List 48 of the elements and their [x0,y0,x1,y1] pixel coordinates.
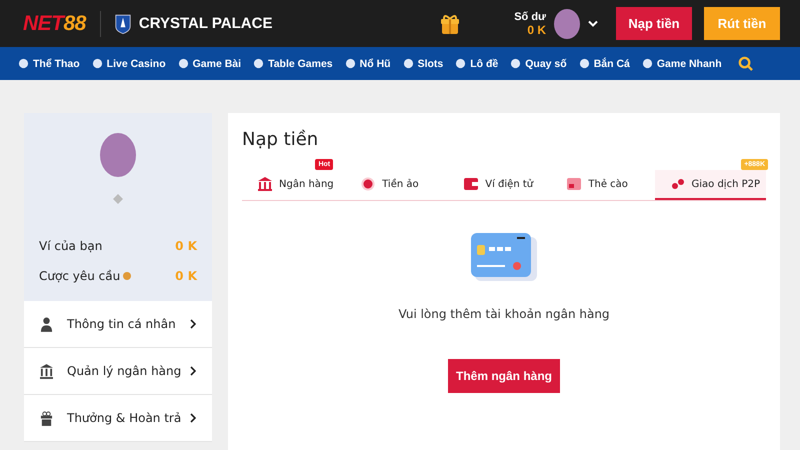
nav-link[interactable]: Live Casino [92,58,166,70]
nav-link[interactable]: Lô đề [455,58,498,70]
add-bank-button[interactable]: Thêm ngân hàng [448,359,560,393]
balance-amount: 0 K [527,22,546,36]
wallet-icon [464,177,478,191]
wallet-label: Ví của bạn [39,239,102,253]
nav-link[interactable]: Game Bài [178,58,242,70]
diamond-icon [112,193,124,205]
payment-tab[interactable]: Thẻ cào [551,170,654,200]
coin-icon [361,177,376,191]
nav-link[interactable]: Game Nhanh [642,58,722,70]
payment-tab[interactable]: Ví điện tử [448,170,552,200]
payment-tab[interactable]: Tiền ảo [345,170,448,200]
nav-link[interactable]: Quay số [510,58,567,70]
nav-link[interactable]: Table Games [253,58,333,70]
chevron-right-icon [190,319,196,329]
nav-link[interactable]: Thể Thao [18,58,80,70]
gift-icon [40,410,53,426]
avatar[interactable] [554,8,580,38]
bet-amount: 0 K [175,269,197,283]
chevron-right-icon [190,413,196,423]
sidebar-menu-item[interactable]: Thông tin cá nhân [24,301,212,348]
sidebar-menu-item[interactable]: Quản lý ngân hàng [24,348,212,395]
credit-card-drawing [469,231,539,283]
nav-link[interactable]: Bắn Cá [578,58,630,70]
nav-link[interactable]: Nổ Hũ [344,58,391,70]
bank-icon [258,177,272,191]
panel-title: Nạp tiền [242,129,320,150]
avatar [100,133,136,177]
brand-logo[interactable]: NET88 [23,12,86,36]
chevron-right-icon [190,366,196,376]
empty-message: Vui lòng thêm tài khoản ngân hàng [398,307,610,321]
search-icon[interactable] [738,56,753,71]
bank-icon [40,364,53,378]
sidebar-menu-item[interactable]: Thưởng & Hoàn trả [24,395,212,442]
person-icon [40,316,53,332]
payment-tab[interactable]: Giao dịch P2P [654,170,766,200]
bet-label: Cược yêu cầu [39,269,120,283]
balance-label: Số dư [514,10,546,22]
shield-icon [114,12,131,34]
card-icon [567,177,582,191]
chevron-down-icon[interactable] [588,20,598,27]
payment-tab[interactable]: Ngân hàng [242,170,346,200]
wallet-amount: 0 K [175,239,197,253]
gift-icon[interactable] [440,12,460,34]
deposit-button[interactable]: Nạp tiền [616,7,692,40]
partner-name: CRYSTAL PALACE [138,15,272,32]
nav-link[interactable]: Slots [402,58,444,70]
